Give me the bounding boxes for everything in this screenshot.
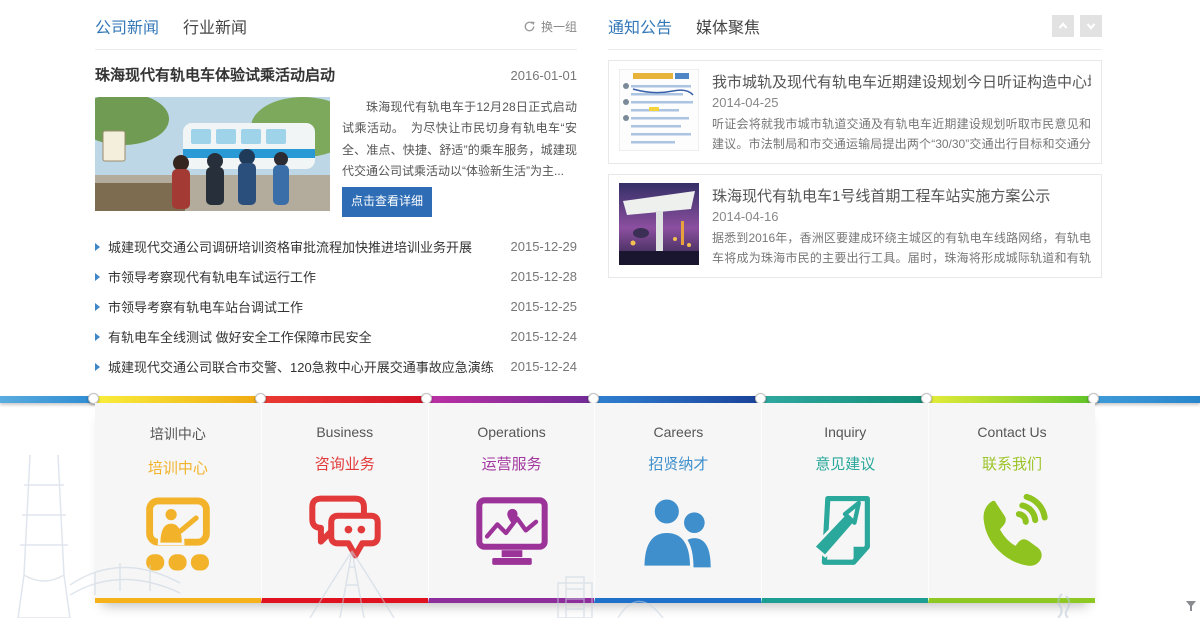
tab-media-focus[interactable]: 媒体聚焦: [696, 14, 760, 38]
notice-title[interactable]: 我市城轨及现代有轨电车近期建设规划今日听证构造中心城区...: [712, 71, 1091, 92]
building-watermark: [548, 575, 668, 618]
notice-excerpt: 据悉到2016年，香洲区要建成环绕主城区的有轨电车线路网络，有轨电车将成为珠海市…: [712, 228, 1091, 269]
triangle-bullet-icon: [95, 273, 100, 281]
chevron-up-icon: [1056, 19, 1070, 33]
featured-news-header: 珠海现代有轨电车体验试乘活动启动 2016-01-01: [95, 64, 577, 85]
featured-news-date: 2016-01-01: [511, 68, 578, 83]
service-label-zh: 招贤纳才: [595, 453, 761, 474]
ribbon-segment: [428, 396, 595, 403]
service-label-top: 培训中心: [95, 424, 261, 444]
statue-watermark: [1048, 592, 1078, 618]
notice-scroll-buttons: [1052, 15, 1102, 37]
company-news-section: 公司新闻 行业新闻 换一组 珠海现代有轨电车体验试乘活动启动 2016-01-0…: [95, 14, 577, 382]
filter-glyph-watermark: [1185, 600, 1197, 612]
ribbon-segment: [928, 396, 1095, 403]
chevron-down-icon: [1084, 19, 1098, 33]
service-label-top: Careers: [595, 424, 761, 440]
scroll-down-button[interactable]: [1080, 15, 1102, 37]
notices-section: 通知公告 媒体聚焦: [608, 14, 1102, 278]
news-item-title: 城建现代交通公司联合市交警、120急救中心开展交通事故应急演练: [108, 357, 501, 376]
ribbon-segment: [1095, 396, 1200, 403]
ribbon-segment: [762, 396, 928, 403]
notice-card-body: 珠海现代有轨电车1号线首期工程车站实施方案公示 2014-04-16 据悉到20…: [712, 183, 1091, 269]
service-contact-us[interactable]: Contact Us 联系我们: [928, 403, 1095, 603]
news-item-date: 2015-12-25: [511, 299, 578, 314]
service-careers[interactable]: Careers 招贤纳才: [594, 403, 761, 603]
page: 公司新闻 行业新闻 换一组 珠海现代有轨电车体验试乘活动启动 2016-01-0…: [0, 0, 1200, 618]
notice-card-body: 我市城轨及现代有轨电车近期建设规划今日听证构造中心城区... 2014-04-2…: [712, 69, 1091, 155]
news-item-date: 2015-12-24: [511, 359, 578, 374]
notice-card[interactable]: 我市城轨及现代有轨电车近期建设规划今日听证构造中心城区... 2014-04-2…: [608, 60, 1102, 164]
notice-title[interactable]: 珠海现代有轨电车1号线首期工程车站实施方案公示: [712, 185, 1091, 206]
service-label-top: Inquiry: [762, 424, 928, 440]
notice-date: 2014-04-16: [712, 209, 1091, 224]
people-icon: [595, 490, 761, 581]
view-detail-button[interactable]: 点击查看详细: [342, 187, 432, 216]
notices-tabs: 通知公告 媒体聚焦: [608, 14, 760, 38]
refresh-label: 换一组: [541, 18, 577, 35]
service-label-top: Operations: [429, 424, 595, 440]
news-item-title: 城建现代交通公司调研培训资格审批流程加快推进培训业务开展: [108, 237, 501, 256]
service-label-zh: 联系我们: [929, 453, 1095, 474]
ribbon-segment: [595, 396, 762, 403]
refresh-group-button[interactable]: 换一组: [523, 18, 577, 35]
notice-thumbnail: [619, 69, 699, 151]
tab-notices[interactable]: 通知公告: [608, 14, 672, 38]
triangle-bullet-icon: [95, 363, 100, 371]
news-item-date: 2015-12-28: [511, 269, 578, 284]
service-inquiry[interactable]: Inquiry 意见建议: [761, 403, 928, 603]
notice-excerpt: 听证会将就我市城市轨道交通及有轨电车近期建设规划听取市民意见和建议。市法制局和市…: [712, 114, 1091, 155]
scroll-up-button[interactable]: [1052, 15, 1074, 37]
news-list-item[interactable]: 市领导考察有轨电车站台调试工作 2015-12-25: [95, 292, 577, 322]
tab-industry-news[interactable]: 行业新闻: [183, 14, 247, 38]
news-item-title: 市领导考察有轨电车站台调试工作: [108, 297, 501, 316]
document-pencil-icon: [762, 490, 928, 581]
news-item-date: 2015-12-29: [511, 239, 578, 254]
triangle-bullet-icon: [95, 303, 100, 311]
notice-date: 2014-04-25: [712, 95, 1091, 110]
notice-thumbnail: [619, 183, 699, 265]
news-item-title: 市领导考察现代有轨电车试运行工作: [108, 267, 501, 286]
featured-news-image[interactable]: [95, 97, 330, 211]
news-item-title: 有轨电车全线测试 做好安全工作保障市民安全: [108, 327, 501, 346]
ribbon-segment: [0, 396, 95, 403]
news-panel-header: 公司新闻 行业新闻 换一组: [95, 14, 577, 50]
news-list-item[interactable]: 有轨电车全线测试 做好安全工作保障市民安全 2015-12-24: [95, 322, 577, 352]
ribbon-segment: [262, 396, 428, 403]
news-list-item[interactable]: 城建现代交通公司联合市交警、120急救中心开展交通事故应急演练 2015-12-…: [95, 352, 577, 382]
city-skyline-watermark: [0, 455, 470, 618]
featured-news-text: 珠海现代有轨电车于12月28日正式启动试乘活动。 为尽快让市民切身有轨电车“安全…: [342, 97, 577, 217]
color-ribbon: [0, 396, 1200, 403]
triangle-bullet-icon: [95, 333, 100, 341]
featured-news-title[interactable]: 珠海现代有轨电车体验试乘活动启动: [95, 64, 335, 85]
refresh-icon: [523, 20, 536, 33]
news-tabs: 公司新闻 行业新闻: [95, 14, 247, 38]
news-list-item[interactable]: 市领导考察现代有轨电车试运行工作 2015-12-28: [95, 262, 577, 292]
tram-photo: [95, 97, 330, 211]
ribbon-segment: [95, 396, 262, 403]
notice-card[interactable]: 珠海现代有轨电车1号线首期工程车站实施方案公示 2014-04-16 据悉到20…: [608, 174, 1102, 278]
tab-company-news[interactable]: 公司新闻: [95, 14, 159, 38]
news-item-date: 2015-12-24: [511, 329, 578, 344]
service-label-top: Contact Us: [929, 424, 1095, 440]
planning-document-image: [619, 69, 699, 151]
featured-news-excerpt: 珠海现代有轨电车于12月28日正式启动试乘活动。 为尽快让市民切身有轨电车“安全…: [342, 97, 577, 182]
news-list-item[interactable]: 城建现代交通公司调研培训资格审批流程加快推进培训业务开展 2015-12-29: [95, 232, 577, 262]
news-list: 城建现代交通公司调研培训资格审批流程加快推进培训业务开展 2015-12-29 …: [95, 232, 577, 382]
phone-icon: [929, 490, 1095, 581]
notices-panel-header: 通知公告 媒体聚焦: [608, 14, 1102, 50]
tram-station-night-image: [619, 183, 699, 265]
service-label-top: Business: [262, 424, 428, 440]
featured-news-body: 珠海现代有轨电车于12月28日正式启动试乘活动。 为尽快让市民切身有轨电车“安全…: [95, 97, 577, 217]
triangle-bullet-icon: [95, 243, 100, 251]
service-label-zh: 意见建议: [762, 453, 928, 474]
